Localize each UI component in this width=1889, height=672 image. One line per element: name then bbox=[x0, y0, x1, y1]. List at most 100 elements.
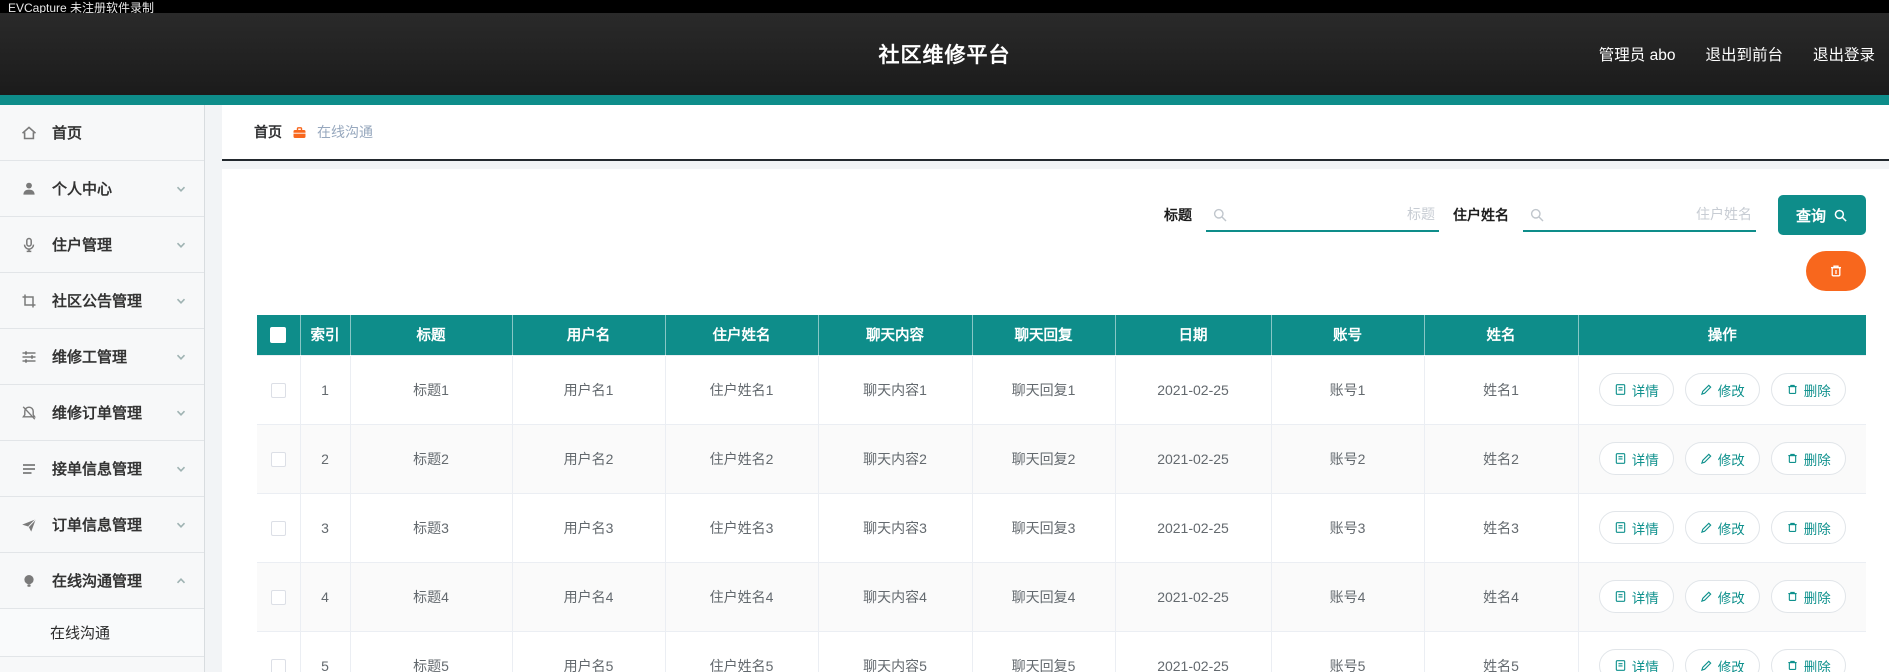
table-row: 2 标题2 用户名2 住户姓名2 聊天内容2 聊天回复2 2021-02-25 … bbox=[257, 423, 1866, 494]
cell-title: 标题4 bbox=[349, 561, 513, 632]
detail-button[interactable]: 详情 bbox=[1598, 580, 1674, 613]
sidebar-item-online-communication-management[interactable]: 在线沟通管理 bbox=[0, 553, 204, 609]
communication-table: 索引 标题 用户名 住户姓名 聊天内容 聊天回复 日期 账号 姓名 操作 1 标… bbox=[257, 315, 1866, 672]
select-all-cell bbox=[257, 315, 301, 355]
pencil-icon bbox=[1700, 660, 1712, 672]
edit-button[interactable]: 修改 bbox=[1684, 649, 1760, 672]
resident-name-search-input[interactable] bbox=[1523, 198, 1756, 232]
cell-reply: 聊天回复3 bbox=[971, 492, 1116, 563]
sidebar-item-label: 维修订单管理 bbox=[52, 405, 143, 422]
query-button[interactable]: 查询 bbox=[1778, 195, 1866, 235]
home-icon bbox=[21, 125, 37, 139]
main-content: 首页 在线沟通 标题 住户姓名 查 bbox=[205, 105, 1889, 672]
table-header-row: 索引 标题 用户名 住户姓名 聊天内容 聊天回复 日期 账号 姓名 操作 bbox=[257, 315, 1866, 355]
edit-button[interactable]: 修改 bbox=[1684, 373, 1760, 406]
content-card: 标题 住户姓名 查询 bbox=[222, 169, 1889, 672]
sidebar-item-label: 维修工管理 bbox=[52, 349, 128, 366]
cell-username: 用户名1 bbox=[511, 354, 666, 425]
edit-button[interactable]: 修改 bbox=[1684, 580, 1760, 613]
cell-username: 用户名2 bbox=[511, 423, 666, 494]
chevron-down-icon bbox=[176, 410, 186, 416]
sidebar-item-repairman-management[interactable]: 维修工管理 bbox=[0, 329, 204, 385]
sidebar-item-community-notice[interactable]: 社区公告管理 bbox=[0, 273, 204, 329]
cell-content: 聊天内容4 bbox=[817, 561, 973, 632]
sidebar-item-repair-order-management[interactable]: 维修订单管理 bbox=[0, 385, 204, 441]
detail-button[interactable]: 详情 bbox=[1598, 511, 1674, 544]
sidebar-item-label: 社区公告管理 bbox=[52, 293, 143, 310]
column-header-resident: 住户姓名 bbox=[665, 315, 819, 355]
sidebar-item-label: 首页 bbox=[52, 125, 83, 142]
row-checkbox[interactable] bbox=[270, 451, 286, 467]
row-checkbox[interactable] bbox=[270, 382, 286, 398]
trash-icon bbox=[1788, 522, 1797, 532]
edit-button[interactable]: 修改 bbox=[1684, 442, 1760, 475]
send-icon bbox=[22, 518, 37, 532]
bulb-icon bbox=[24, 574, 34, 587]
delete-button[interactable]: 删除 bbox=[1770, 511, 1846, 544]
edit-button-label: 修改 bbox=[1717, 590, 1745, 606]
column-header-name: 姓名 bbox=[1424, 315, 1579, 355]
delete-button-label: 删除 bbox=[1803, 521, 1831, 537]
delete-button[interactable]: 删除 bbox=[1770, 442, 1846, 475]
sidebar-item-home[interactable]: 首页 bbox=[0, 105, 204, 161]
title-search-field bbox=[1206, 198, 1439, 232]
bulk-delete-button[interactable] bbox=[1806, 251, 1866, 291]
table-row: 5 标题5 用户名5 住户姓名5 聊天内容5 聊天回复5 2021-02-25 … bbox=[257, 630, 1866, 672]
exit-to-front-link[interactable]: 退出到前台 bbox=[1705, 43, 1783, 65]
column-header-date: 日期 bbox=[1115, 315, 1272, 355]
table-row: 4 标题4 用户名4 住户姓名4 聊天内容4 聊天回复4 2021-02-25 … bbox=[257, 561, 1866, 632]
delete-button[interactable]: 删除 bbox=[1770, 373, 1846, 406]
breadcrumb-home-link[interactable]: 首页 bbox=[254, 122, 282, 142]
microphone-icon bbox=[23, 237, 35, 252]
cell-date: 2021-02-25 bbox=[1114, 561, 1272, 632]
breadcrumb-current: 在线沟通 bbox=[317, 124, 373, 140]
sidebar-subitem-label: 在线沟通 bbox=[50, 625, 111, 642]
select-all-checkbox[interactable] bbox=[270, 326, 287, 343]
trash-icon bbox=[1831, 265, 1841, 277]
cell-username: 用户名4 bbox=[511, 561, 666, 632]
trash-icon bbox=[1788, 453, 1797, 463]
document-icon bbox=[1615, 522, 1625, 533]
row-checkbox[interactable] bbox=[270, 520, 286, 536]
title-search-input[interactable] bbox=[1206, 198, 1439, 232]
row-checkbox[interactable] bbox=[270, 589, 286, 605]
detail-button[interactable]: 详情 bbox=[1598, 373, 1674, 406]
detail-button[interactable]: 详情 bbox=[1598, 649, 1674, 672]
document-icon bbox=[1615, 591, 1625, 602]
edit-button-label: 修改 bbox=[1717, 521, 1745, 537]
delete-button[interactable]: 删除 bbox=[1770, 649, 1846, 672]
cell-name: 姓名5 bbox=[1423, 630, 1579, 672]
chevron-down-icon bbox=[176, 522, 186, 528]
cell-reply: 聊天回复1 bbox=[971, 354, 1116, 425]
cell-index: 5 bbox=[299, 630, 351, 672]
cell-title: 标题5 bbox=[349, 630, 513, 672]
admin-user-link[interactable]: 管理员 abo bbox=[1599, 43, 1676, 65]
detail-button[interactable]: 详情 bbox=[1598, 442, 1674, 475]
cell-name: 姓名1 bbox=[1423, 354, 1579, 425]
sidebar-item-order-info-management[interactable]: 订单信息管理 bbox=[0, 497, 204, 553]
edit-button[interactable]: 修改 bbox=[1684, 511, 1760, 544]
detail-button-label: 详情 bbox=[1631, 383, 1659, 399]
sidebar-item-resident-management[interactable]: 住户管理 bbox=[0, 217, 204, 273]
cell-resident: 住户姓名3 bbox=[664, 492, 819, 563]
sidebar-item-personal-center[interactable]: 个人中心 bbox=[0, 161, 204, 217]
table-row: 1 标题1 用户名1 住户姓名1 聊天内容1 聊天回复1 2021-02-25 … bbox=[257, 354, 1866, 425]
sidebar-subitem-online-communication[interactable]: 在线沟通 bbox=[0, 609, 204, 657]
sliders-icon bbox=[22, 350, 36, 363]
cell-name: 姓名3 bbox=[1423, 492, 1579, 563]
cell-content: 聊天内容1 bbox=[817, 354, 973, 425]
row-checkbox[interactable] bbox=[270, 658, 286, 672]
app-header: 社区维修平台 管理员 abo 退出到前台 退出登录 bbox=[0, 13, 1889, 95]
delete-button[interactable]: 删除 bbox=[1770, 580, 1846, 613]
cell-index: 1 bbox=[299, 354, 351, 425]
search-toolbar: 标题 住户姓名 查询 bbox=[257, 193, 1866, 237]
sidebar-item-label: 接单信息管理 bbox=[52, 461, 143, 478]
column-header-index: 索引 bbox=[300, 315, 351, 355]
pencil-icon bbox=[1700, 591, 1712, 603]
sidebar-item-order-taking-management[interactable]: 接单信息管理 bbox=[0, 441, 204, 497]
sidebar-item-label: 在线沟通管理 bbox=[52, 573, 143, 590]
cell-date: 2021-02-25 bbox=[1114, 630, 1272, 672]
logout-link[interactable]: 退出登录 bbox=[1813, 43, 1875, 65]
resident-name-search-field bbox=[1523, 198, 1756, 232]
trash-icon bbox=[1788, 384, 1797, 394]
